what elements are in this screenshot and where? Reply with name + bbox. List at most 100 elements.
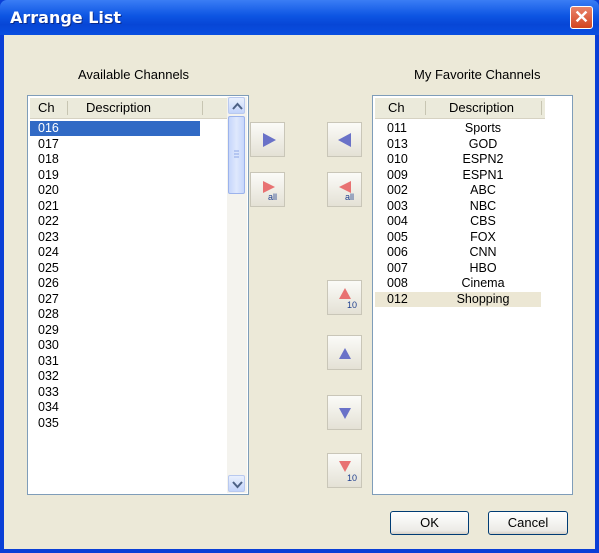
list-item[interactable]: 032 bbox=[30, 369, 226, 384]
chevron-down-icon bbox=[232, 481, 243, 489]
arrow-left-icon bbox=[338, 133, 351, 147]
list-item[interactable]: 028 bbox=[30, 307, 226, 322]
scroll-thumb[interactable] bbox=[228, 116, 245, 194]
header-divider[interactable] bbox=[541, 101, 542, 115]
list-item[interactable]: 025 bbox=[30, 261, 226, 276]
channel-number: 031 bbox=[38, 353, 59, 368]
list-item[interactable]: 026 bbox=[30, 276, 226, 291]
channel-description: NBC bbox=[469, 198, 497, 213]
list-item[interactable]: 018 bbox=[30, 152, 226, 167]
channel-number: 009 bbox=[387, 167, 408, 182]
channel-number: 023 bbox=[38, 229, 59, 244]
ok-button[interactable]: OK bbox=[390, 511, 469, 535]
channel-description: Cinema bbox=[461, 276, 505, 290]
channel-number: 010 bbox=[387, 152, 408, 166]
channel-number: 007 bbox=[387, 260, 408, 275]
header-divider[interactable] bbox=[202, 101, 203, 115]
available-vertical-scrollbar[interactable] bbox=[227, 97, 247, 493]
dialog-client-area: Available Channels My Favorite Channels … bbox=[4, 35, 595, 549]
title-bar[interactable]: Arrange List ✕ bbox=[0, 0, 599, 35]
channel-number: 021 bbox=[38, 198, 59, 213]
arrow-up-red-icon bbox=[339, 288, 351, 299]
list-item[interactable]: 004 CBS bbox=[375, 214, 541, 229]
channel-number: 030 bbox=[38, 338, 59, 352]
list-item[interactable]: 007 HBO bbox=[375, 261, 541, 276]
list-item[interactable]: 020 bbox=[30, 183, 226, 198]
move-down-10-button[interactable]: 10 bbox=[327, 453, 362, 488]
col-description-header[interactable]: Description bbox=[449, 100, 514, 115]
move-up-10-button[interactable]: 10 bbox=[327, 280, 362, 315]
list-item[interactable]: 002 ABC bbox=[375, 183, 541, 198]
channel-description: Sports bbox=[464, 121, 502, 135]
list-item[interactable]: 033 bbox=[30, 385, 226, 400]
remove-channel-button[interactable] bbox=[327, 122, 362, 157]
channel-description: GOD bbox=[468, 136, 498, 151]
scroll-up-button[interactable] bbox=[228, 97, 245, 114]
available-channels-caption: Available Channels bbox=[78, 67, 190, 82]
list-item[interactable]: 011 Sports bbox=[375, 121, 541, 136]
list-item[interactable]: 013 GOD bbox=[375, 137, 541, 152]
cancel-button[interactable]: Cancel bbox=[488, 511, 568, 535]
close-icon: ✕ bbox=[573, 7, 590, 27]
list-item[interactable]: 019 bbox=[30, 168, 226, 183]
list-item[interactable]: 022 bbox=[30, 214, 226, 229]
list-item[interactable]: 005 FOX bbox=[375, 230, 541, 245]
col-ch-header[interactable]: Ch bbox=[38, 100, 55, 115]
list-item[interactable]: 003 NBC bbox=[375, 199, 541, 214]
channel-number: 035 bbox=[38, 415, 59, 430]
channel-number: 016 bbox=[38, 121, 59, 135]
list-item[interactable]: 017 bbox=[30, 137, 226, 152]
channel-description: FOX bbox=[470, 229, 496, 244]
header-divider[interactable] bbox=[67, 101, 68, 115]
channel-number: 017 bbox=[38, 136, 59, 151]
list-item[interactable]: 006 CNN bbox=[375, 245, 541, 260]
list-item[interactable]: 012 Shopping bbox=[375, 291, 541, 307]
list-item[interactable]: 010 ESPN2 bbox=[375, 152, 541, 167]
scroll-down-button[interactable] bbox=[228, 475, 245, 492]
channel-description: Shopping bbox=[456, 291, 510, 306]
channel-number: 008 bbox=[387, 276, 408, 290]
channel-number: 024 bbox=[38, 245, 59, 259]
channel-number: 022 bbox=[38, 214, 59, 228]
arrow-right-icon bbox=[263, 133, 276, 147]
remove-all-channels-button[interactable]: all bbox=[327, 172, 362, 207]
channel-number: 002 bbox=[387, 183, 408, 197]
list-item[interactable]: 024 bbox=[30, 245, 226, 260]
arrow-down-red-icon bbox=[339, 461, 351, 472]
channel-number: 027 bbox=[38, 291, 59, 306]
col-ch-header[interactable]: Ch bbox=[388, 100, 405, 115]
channel-number: 032 bbox=[38, 369, 59, 383]
arrow-up-icon bbox=[339, 348, 351, 359]
channel-number: 028 bbox=[38, 307, 59, 321]
channel-number: 005 bbox=[387, 229, 408, 244]
channel-number: 034 bbox=[38, 400, 59, 414]
arrow-down-icon bbox=[339, 408, 351, 419]
close-button[interactable]: ✕ bbox=[570, 6, 593, 29]
favorite-channels-caption: My Favorite Channels bbox=[414, 67, 541, 82]
list-item[interactable]: 008 Cinema bbox=[375, 276, 541, 291]
list-item[interactable]: 023 bbox=[30, 230, 226, 245]
list-item[interactable]: 009 ESPN1 bbox=[375, 168, 541, 183]
list-item[interactable]: 016 bbox=[30, 121, 200, 136]
list-item[interactable]: 034 bbox=[30, 400, 226, 415]
col-description-header[interactable]: Description bbox=[86, 100, 151, 115]
list-item[interactable]: 031 bbox=[30, 354, 226, 369]
add-channel-button[interactable] bbox=[250, 122, 285, 157]
move-down-button[interactable] bbox=[327, 395, 362, 430]
list-item[interactable]: 035 bbox=[30, 416, 226, 431]
list-item[interactable]: 029 bbox=[30, 323, 226, 338]
window-frame-bottom bbox=[0, 549, 599, 553]
channel-description: CNN bbox=[469, 245, 497, 259]
arrow-right-red-icon bbox=[263, 181, 275, 193]
move-up-button[interactable] bbox=[327, 335, 362, 370]
channel-number: 006 bbox=[387, 245, 408, 259]
list-item[interactable]: 027 bbox=[30, 292, 226, 307]
list-item[interactable]: 030 bbox=[30, 338, 226, 353]
list-item[interactable]: 021 bbox=[30, 199, 226, 214]
channel-description: HBO bbox=[469, 260, 497, 275]
window-frame-right bbox=[595, 35, 599, 553]
add-all-channels-button[interactable]: all bbox=[250, 172, 285, 207]
header-divider[interactable] bbox=[425, 101, 426, 115]
favorite-channels-list[interactable]: Ch Description 011 Sports 013 GOD 010 ESPN2 00… bbox=[372, 95, 573, 495]
available-channels-list[interactable]: Ch Description 016 017 018 019 020 021 022 023 0… bbox=[27, 95, 249, 495]
